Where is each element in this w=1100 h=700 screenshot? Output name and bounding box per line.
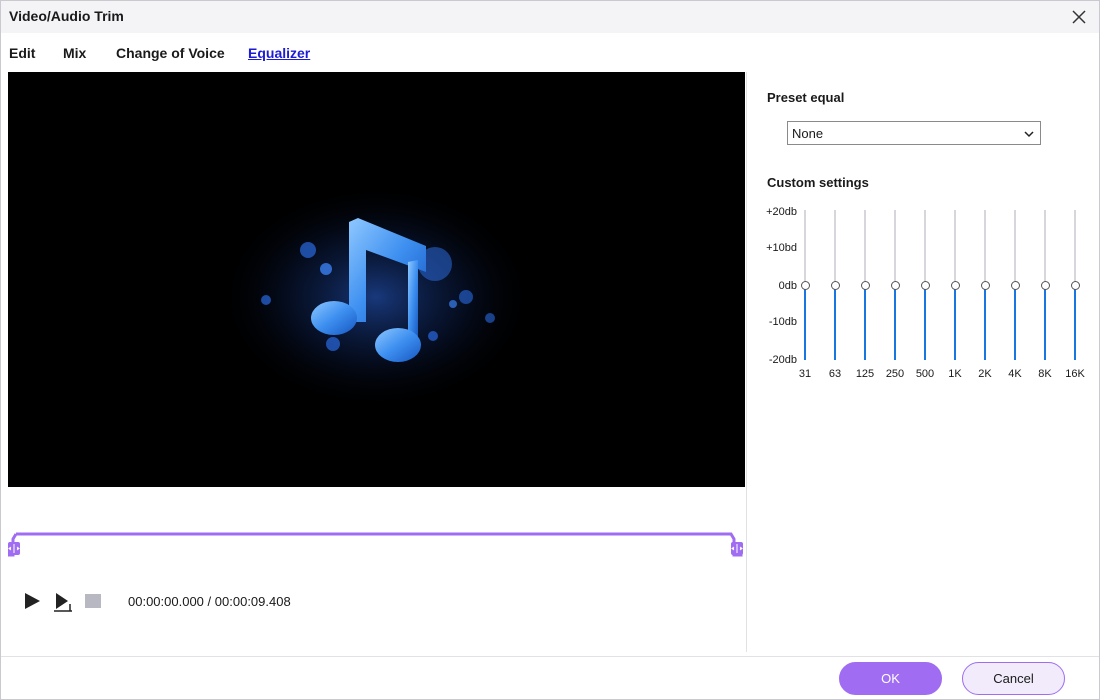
- tab-equalizer[interactable]: Equalizer: [248, 45, 310, 61]
- tab-change-of-voice[interactable]: Change of Voice: [116, 45, 225, 61]
- trim-timeline[interactable]: [6, 529, 748, 559]
- title-bar: Video/Audio Trim: [1, 1, 1099, 33]
- eq-slider-fill: [864, 285, 866, 360]
- eq-band-label: 250: [885, 368, 905, 380]
- dialog-title: Video/Audio Trim: [9, 8, 124, 24]
- eq-band-label: 125: [855, 368, 875, 380]
- eq-band-label: 2K: [978, 368, 992, 380]
- preset-value: None: [792, 126, 824, 141]
- play-to-end-icon: [54, 593, 72, 612]
- eq-slider-fill: [834, 285, 836, 360]
- eq-slider-fill: [1044, 285, 1046, 360]
- trim-end-handle[interactable]: [731, 542, 743, 555]
- eq-slider-knob[interactable]: [1010, 280, 1020, 290]
- playback-controls: 00:00:00.000 / 00:00:09.408: [1, 586, 746, 616]
- close-icon: [1072, 10, 1086, 24]
- eq-band-label: 63: [828, 368, 842, 380]
- play-frame-button[interactable]: [53, 592, 73, 617]
- tab-mix[interactable]: Mix: [63, 45, 86, 61]
- eq-band-label: 31: [798, 368, 812, 380]
- close-button[interactable]: [1069, 7, 1089, 27]
- eq-slider-fill: [984, 285, 986, 360]
- timecode-display: 00:00:00.000 / 00:00:09.408: [128, 594, 291, 609]
- eq-slider-fill: [804, 285, 806, 360]
- eq-scale-label: +10bd: [766, 242, 797, 254]
- eq-slider-knob[interactable]: [1070, 280, 1080, 290]
- trim-dialog: Video/Audio Trim Edit Mix Change of Voic…: [0, 0, 1100, 700]
- custom-settings-label: Custom settings: [767, 175, 869, 190]
- footer-divider: [1, 656, 1099, 657]
- eq-slider-knob[interactable]: [860, 280, 870, 290]
- total-time: 00:00:09.408: [214, 594, 291, 609]
- cancel-button[interactable]: Cancel: [962, 662, 1065, 695]
- play-icon: [25, 593, 40, 609]
- current-time: 00:00:00.000: [128, 594, 204, 609]
- eq-scale-label: 0db: [778, 280, 797, 292]
- chevron-down-icon: [1023, 127, 1035, 145]
- eq-slider-fill: [954, 285, 956, 360]
- eq-slider-knob[interactable]: [800, 280, 810, 290]
- drag-handle-icon: [731, 544, 743, 553]
- eq-slider-knob[interactable]: [1040, 280, 1050, 290]
- stop-button[interactable]: [84, 592, 102, 615]
- eq-scale-label: +20db: [766, 206, 797, 218]
- play-button[interactable]: [23, 592, 41, 615]
- equalizer-panel: Preset equal None Custom settings +20db …: [747, 72, 1099, 652]
- eq-slider-fill: [1074, 285, 1076, 360]
- preset-select[interactable]: None: [787, 121, 1041, 145]
- eq-slider-knob[interactable]: [950, 280, 960, 290]
- video-preview: [8, 72, 745, 487]
- eq-scale-label: -10db: [768, 316, 797, 328]
- eq-slider-fill: [1014, 285, 1016, 360]
- trim-start-handle[interactable]: [8, 542, 20, 555]
- eq-slider-knob[interactable]: [920, 280, 930, 290]
- eq-band-label: 1K: [948, 368, 962, 380]
- tab-edit[interactable]: Edit: [9, 45, 35, 61]
- ok-button[interactable]: OK: [839, 662, 942, 695]
- drag-handle-icon: [8, 544, 20, 553]
- eq-slider-fill: [924, 285, 926, 360]
- eq-slider-knob[interactable]: [830, 280, 840, 290]
- eq-band-label: 4K: [1008, 368, 1022, 380]
- eq-band-label: 8K: [1038, 368, 1052, 380]
- eq-slider-knob[interactable]: [890, 280, 900, 290]
- preset-label: Preset equal: [767, 90, 845, 105]
- eq-band-label: 500: [915, 368, 935, 380]
- stop-icon: [85, 594, 101, 608]
- music-note-icon: [216, 182, 536, 412]
- eq-band-label: 16K: [1065, 368, 1085, 380]
- eq-scale-label: -20db: [768, 354, 797, 366]
- eq-slider-fill: [894, 285, 896, 360]
- eq-slider-knob[interactable]: [980, 280, 990, 290]
- time-separator: /: [207, 594, 212, 609]
